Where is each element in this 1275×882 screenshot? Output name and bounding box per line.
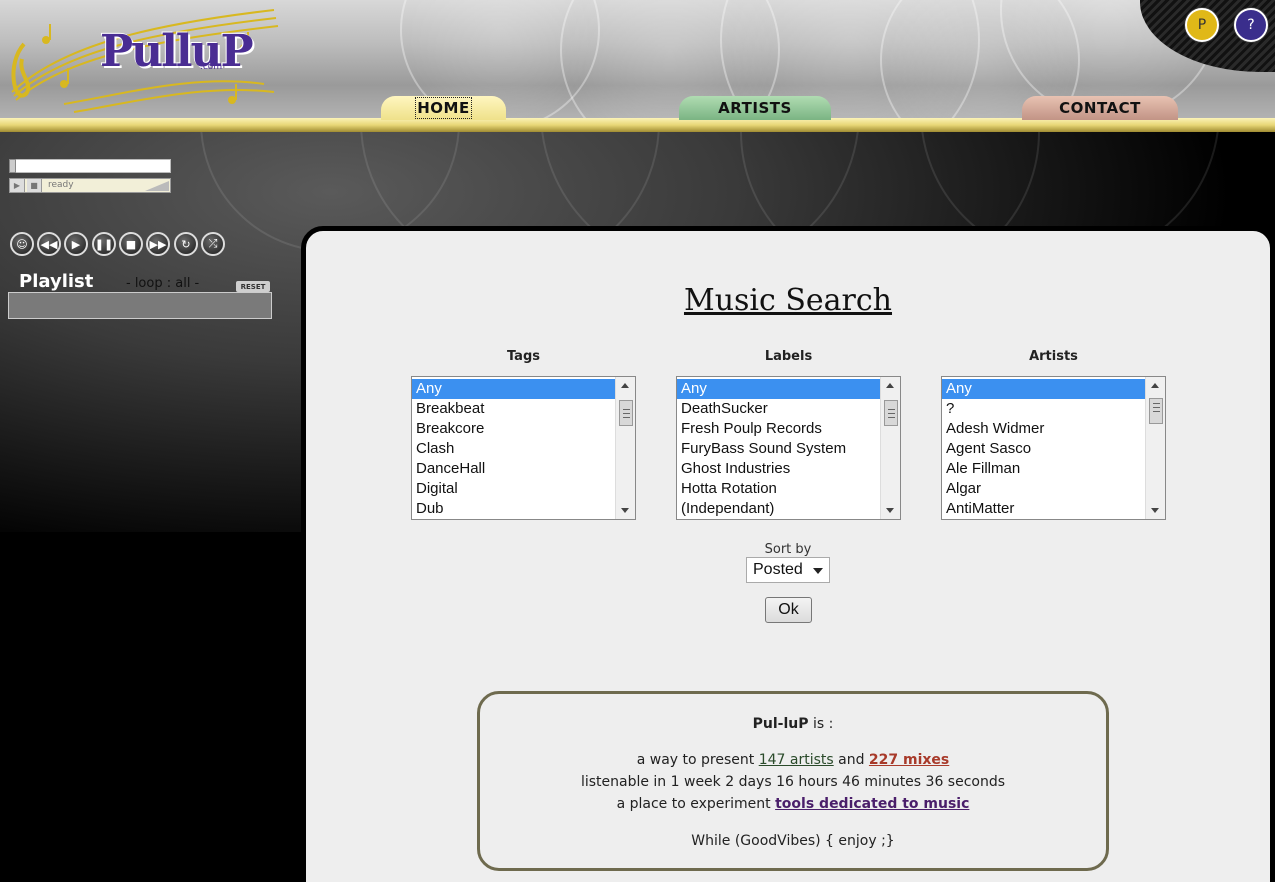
list-item[interactable]: Agent Sasco (942, 439, 1145, 459)
list-item[interactable]: Digital (412, 479, 615, 499)
help-button[interactable]: ? (1234, 8, 1268, 42)
reset-button[interactable]: RESET (236, 281, 270, 292)
scroll-up-icon[interactable] (886, 383, 894, 388)
list-item[interactable]: Any (412, 379, 615, 399)
scroll-thumb[interactable] (1149, 398, 1163, 424)
volume-icon[interactable] (145, 181, 169, 191)
info-line3-prefix: a place to experiment (616, 796, 776, 812)
ok-button[interactable]: Ok (765, 597, 812, 623)
rewind-icon[interactable]: ◀◀ (37, 232, 61, 256)
list-item[interactable]: ? (942, 399, 1145, 419)
list-item[interactable]: Breakcore (412, 419, 615, 439)
info-line1-prefix: a way to present (636, 752, 759, 768)
tab-home-label: HOME (415, 97, 472, 119)
list-item[interactable]: Adesh Widmer (942, 419, 1145, 439)
artists-listbox[interactable]: Any ? Adesh Widmer Agent Sasco Ale Fillm… (941, 376, 1166, 520)
info-title: Pul-luP is : (480, 716, 1106, 732)
info-line-3: a place to experiment tools dedicated to… (480, 796, 1106, 812)
artists-label: Artists (1029, 349, 1078, 364)
list-item[interactable]: Fresh Poulp Records (677, 419, 880, 439)
sort-select[interactable]: Posted (746, 557, 830, 583)
list-item[interactable]: FuryBass Sound System (677, 439, 880, 459)
info-line-4: While (GoodVibes) { enjoy ;} (691, 833, 895, 849)
info-is: is : (808, 716, 834, 732)
labels-listbox[interactable]: Any DeathSucker Fresh Poulp Records Fury… (676, 376, 901, 520)
tab-home[interactable]: HOME (381, 96, 506, 120)
list-item[interactable]: Any (942, 379, 1145, 399)
scroll-thumb[interactable] (619, 400, 633, 426)
list-item[interactable]: Ale Fillman (942, 459, 1145, 479)
scroll-up-icon[interactable] (621, 383, 629, 388)
info-and: and (833, 752, 869, 768)
scrollbar[interactable] (615, 377, 635, 519)
mini-stop-icon[interactable]: ■ (27, 179, 42, 192)
info-brand: Pul-luP (752, 716, 809, 732)
stop-icon[interactable]: ■ (119, 232, 143, 256)
tags-listbox[interactable]: Any Breakbeat Breakcore Clash DanceHall … (411, 376, 636, 520)
tab-artists[interactable]: ARTISTS (679, 96, 831, 120)
fast-forward-icon[interactable]: ▶▶ (146, 232, 170, 256)
sort-label: Sort by (764, 542, 812, 557)
mini-play-icon[interactable]: ▶ (10, 179, 25, 192)
list-item[interactable]: AntiMatter (942, 499, 1145, 519)
info-line-2: listenable in 1 week 2 days 16 hours 46 … (580, 774, 1006, 790)
scrollbar[interactable] (880, 377, 900, 519)
scroll-down-icon[interactable] (621, 508, 629, 513)
artists-count-link[interactable]: 147 artists (759, 752, 834, 768)
list-item[interactable]: Clash (412, 439, 615, 459)
scroll-down-icon[interactable] (886, 508, 894, 513)
playlist-box[interactable] (8, 292, 272, 319)
playlist-title: Playlist (19, 271, 94, 292)
scroll-down-icon[interactable] (1151, 508, 1159, 513)
labels-label: Labels (764, 349, 813, 364)
profile-button[interactable]: P (1185, 8, 1219, 42)
chevron-down-icon (813, 568, 823, 574)
logo-com: .com (200, 62, 223, 72)
playlist-loop-mode[interactable]: - loop : all - (126, 276, 199, 291)
tab-contact[interactable]: CONTACT (1022, 96, 1178, 120)
scroll-up-icon[interactable] (1151, 383, 1159, 388)
sort-value: Posted (753, 561, 803, 578)
list-item[interactable]: DanceHall (412, 459, 615, 479)
player-status: ready (48, 180, 74, 190)
list-item[interactable]: (Independant) (677, 499, 880, 519)
list-item[interactable]: DeathSucker (677, 399, 880, 419)
mixes-count-link[interactable]: 227 mixes (869, 752, 949, 768)
list-item[interactable]: Breakbeat (412, 399, 615, 419)
tags-label: Tags (506, 349, 540, 364)
list-item[interactable]: Ghost Industries (677, 459, 880, 479)
seek-bar[interactable] (9, 159, 171, 173)
logo-text: PulluP (100, 26, 254, 77)
list-item[interactable]: Dub (412, 499, 615, 519)
header-gold-bar (0, 118, 1275, 132)
shuffle-icon[interactable]: ⤮ (201, 232, 225, 256)
pause-icon[interactable]: ❚❚ (92, 232, 116, 256)
list-item[interactable]: Any (677, 379, 880, 399)
loop-icon[interactable]: ↻ (174, 232, 198, 256)
list-item[interactable]: Hotta Rotation (677, 479, 880, 499)
info-line-1: a way to present 147 artists and 227 mix… (480, 752, 1106, 768)
smiley-icon[interactable]: ☺ (10, 232, 34, 256)
scroll-thumb[interactable] (884, 400, 898, 426)
main-panel: Music Search Tags Labels Artists Any Bre… (301, 226, 1275, 882)
page-title: Music Search (683, 283, 893, 318)
list-item[interactable]: Algar (942, 479, 1145, 499)
scrollbar[interactable] (1145, 377, 1165, 519)
seek-handle[interactable] (9, 159, 16, 173)
info-box: Pul-luP is : a way to present 147 artist… (477, 691, 1109, 871)
play-icon[interactable]: ▶ (64, 232, 88, 256)
tools-link[interactable]: tools dedicated to music (775, 796, 969, 812)
site-logo[interactable]: PulluP .com (4, 4, 289, 116)
